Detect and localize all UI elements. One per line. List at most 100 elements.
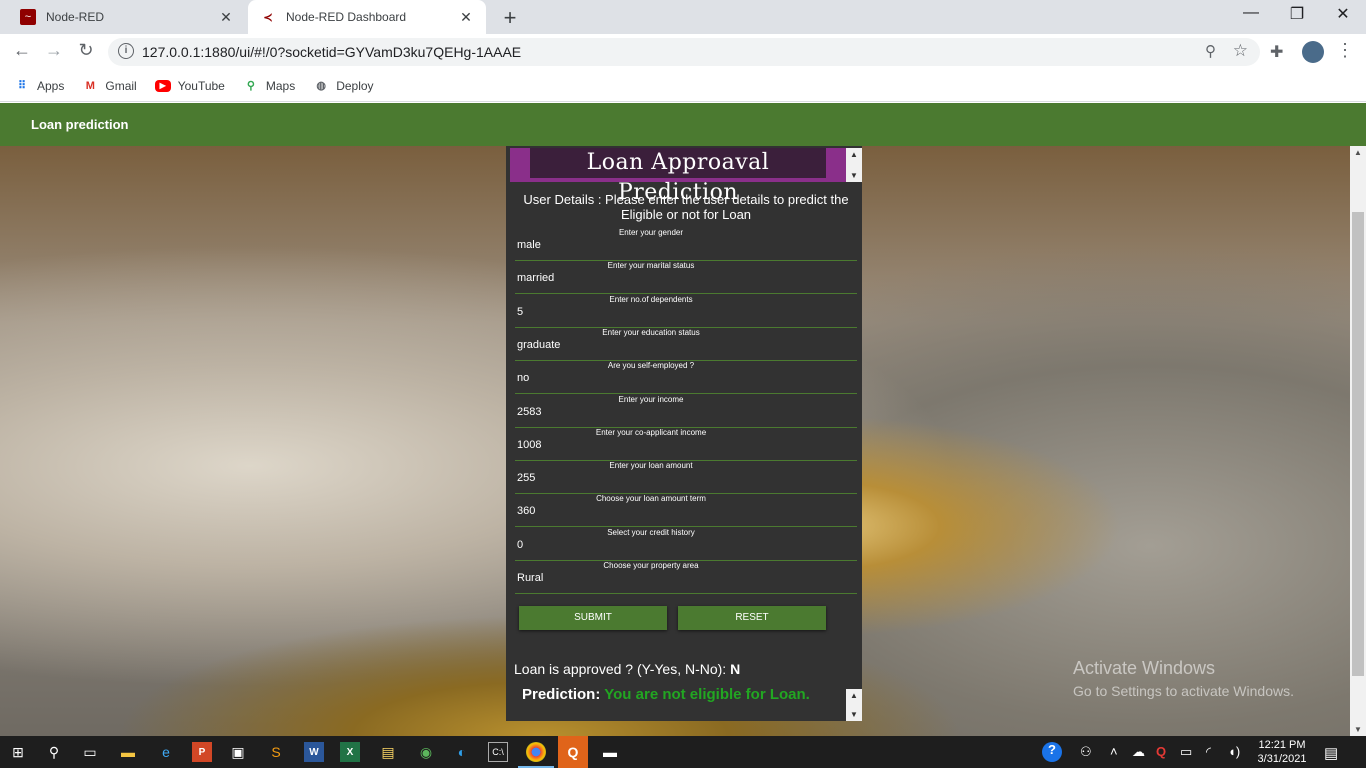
window-close-button[interactable]: ✕ — [1320, 4, 1366, 24]
back-icon[interactable]: ← — [10, 40, 34, 61]
scroll-up-icon[interactable]: ▲ — [1354, 148, 1362, 157]
scroll-down-icon[interactable]: ▼ — [1354, 725, 1362, 734]
submit-button[interactable]: SUBMIT — [519, 606, 667, 630]
property-area-field[interactable]: Choose your property area Rural — [515, 561, 857, 594]
volume-icon[interactable]: ◖) — [1228, 744, 1240, 759]
field-label: Enter your loan amount — [609, 461, 693, 470]
store-icon[interactable]: ▣ — [228, 742, 248, 762]
system-clock[interactable]: 12:21 PM 3/31/2021 — [1252, 738, 1312, 766]
card-title-bar: Loan Approaval Prediction — [510, 148, 846, 205]
chevron-up-icon[interactable]: ˄ — [1110, 744, 1118, 759]
address-bar[interactable]: i 127.0.0.1:1880/ui/#!/0?socketid=GYVamD… — [108, 38, 1260, 66]
bookmark-label: Maps — [265, 78, 296, 93]
dashboard-header: Loan prediction — [0, 103, 1366, 146]
marital-status-field[interactable]: Enter your marital status married — [515, 261, 857, 294]
zoom-icon[interactable]: ⚲ — [1205, 42, 1216, 60]
loan-term-field[interactable]: Choose your loan amount term 360 — [515, 494, 857, 527]
loan-amount-field[interactable]: Enter your loan amount 255 — [515, 461, 857, 494]
field-value[interactable]: married — [517, 272, 554, 284]
clock-date: 3/31/2021 — [1257, 753, 1307, 765]
notepad-icon[interactable]: ▤ — [378, 742, 398, 762]
reset-button[interactable]: RESET — [678, 606, 826, 630]
credit-history-field[interactable]: Select your credit history 0 — [515, 528, 857, 561]
scroll-up-icon[interactable]: ▲ — [850, 150, 858, 159]
tab-node-red[interactable]: ~ Node-RED ✕ — [8, 0, 246, 34]
bookmarks-bar: ⠿ Apps M Gmail ▶ YouTube ⚲ Maps ◍ Deploy — [0, 70, 1366, 102]
minimize-button[interactable]: — — [1228, 4, 1274, 22]
search-icon[interactable]: ⚲ — [44, 742, 64, 762]
field-label: Choose your loan amount term — [596, 494, 706, 503]
field-value[interactable]: 0 — [517, 539, 523, 551]
dependents-field[interactable]: Enter no.of dependents 5 — [515, 295, 857, 328]
activate-windows-watermark: Activate Windows Go to Settings to activ… — [1073, 658, 1294, 699]
bookmark-deploy[interactable]: ◍ Deploy — [313, 78, 373, 94]
extensions-icon[interactable]: ✚ — [1270, 42, 1283, 62]
internet-explorer-icon[interactable]: e — [156, 742, 176, 762]
scroll-down-icon[interactable]: ▼ — [850, 171, 858, 180]
new-tab-button[interactable]: + — [498, 5, 522, 31]
field-value[interactable]: 5 — [517, 306, 523, 318]
excel-icon[interactable]: X — [340, 742, 360, 762]
prediction-label: Prediction: — [522, 686, 601, 703]
avatar[interactable] — [1302, 41, 1324, 63]
field-label: Select your credit history — [607, 528, 695, 537]
education-field[interactable]: Enter your education status graduate — [515, 328, 857, 361]
sublime-icon[interactable]: S — [266, 742, 286, 762]
bookmark-label: YouTube — [177, 78, 225, 93]
task-view-icon[interactable]: ▭ — [80, 742, 100, 762]
page-scrollbar[interactable]: ▲ ▼ — [1350, 146, 1366, 736]
card-title-scrollbar[interactable]: ▲ ▼ — [846, 148, 862, 182]
battery-icon[interactable]: ▭ — [1180, 744, 1192, 760]
income-field[interactable]: Enter your income 2583 — [515, 395, 857, 428]
bookmark-apps[interactable]: ⠿ Apps — [14, 78, 64, 94]
terminal-icon[interactable]: ▬ — [600, 742, 620, 762]
field-value[interactable]: Rural — [517, 572, 543, 584]
field-value[interactable]: 360 — [517, 505, 535, 517]
field-value[interactable]: 2583 — [517, 406, 541, 418]
chrome-icon[interactable] — [526, 742, 546, 762]
prediction-scrollbar[interactable]: ▲ ▼ — [846, 689, 862, 721]
people-icon[interactable]: ⚇ — [1080, 744, 1092, 760]
windows-start-icon[interactable]: ⊞ — [8, 742, 28, 762]
word-icon[interactable]: W — [304, 742, 324, 762]
field-value[interactable]: graduate — [517, 339, 560, 351]
tab-node-red-dashboard[interactable]: ≺ Node-RED Dashboard ✕ — [248, 0, 486, 34]
help-icon[interactable]: ? — [1042, 742, 1062, 762]
bookmark-label: Deploy — [336, 78, 374, 93]
field-value[interactable]: male — [517, 239, 541, 251]
field-value[interactable]: 1008 — [517, 439, 541, 451]
reload-icon[interactable]: ↻ — [74, 40, 98, 61]
bookmark-youtube[interactable]: ▶ YouTube — [154, 78, 225, 93]
scroll-up-icon[interactable]: ▲ — [850, 691, 858, 700]
approved-label: Loan is approved ? (Y-Yes, N-No): — [514, 661, 727, 677]
bookmark-gmail[interactable]: M Gmail — [82, 78, 137, 94]
restore-button[interactable]: ❐ — [1274, 4, 1320, 24]
field-value[interactable]: no — [517, 372, 529, 384]
url-text[interactable]: 127.0.0.1:1880/ui/#!/0?socketid=GYVamD3k… — [142, 44, 521, 60]
bookmark-maps[interactable]: ⚲ Maps — [243, 78, 295, 94]
site-info-icon[interactable]: i — [118, 43, 134, 59]
file-explorer-icon[interactable]: ▬ — [118, 742, 138, 762]
notification-icon[interactable]: ▤ — [1324, 744, 1338, 762]
self-employed-field[interactable]: Are you self-employed ? no — [515, 361, 857, 394]
coapplicant-income-field[interactable]: Enter your co-applicant income 1008 — [515, 428, 857, 461]
user-details-intro: User Details : Please enter the user det… — [523, 192, 849, 222]
tab-title: Node-RED — [46, 10, 105, 24]
field-value[interactable]: 255 — [517, 472, 535, 484]
bookmark-star-icon[interactable]: ☆ — [1233, 41, 1248, 61]
forward-icon[interactable]: → — [42, 40, 66, 61]
qlik-tray-icon[interactable]: Q — [1156, 744, 1166, 759]
scroll-down-icon[interactable]: ▼ — [850, 710, 858, 719]
menu-icon[interactable]: ⋮ — [1336, 40, 1354, 61]
close-tab-icon[interactable]: ✕ — [458, 9, 474, 26]
qlik-icon[interactable]: Q — [558, 736, 588, 768]
gender-field[interactable]: Enter your gender male — [515, 228, 857, 261]
cloud-icon[interactable]: ☁ — [1132, 744, 1145, 760]
close-tab-icon[interactable]: ✕ — [218, 9, 234, 26]
command-prompt-icon[interactable]: C:\ — [488, 742, 508, 762]
app-icon[interactable]: ◉ — [416, 742, 436, 762]
scrollbar-thumb[interactable] — [1352, 212, 1364, 676]
wifi-icon[interactable]: ◜ — [1206, 744, 1211, 760]
edge-icon[interactable]: ◐ — [452, 742, 472, 762]
powerpoint-icon[interactable]: P — [192, 742, 212, 762]
